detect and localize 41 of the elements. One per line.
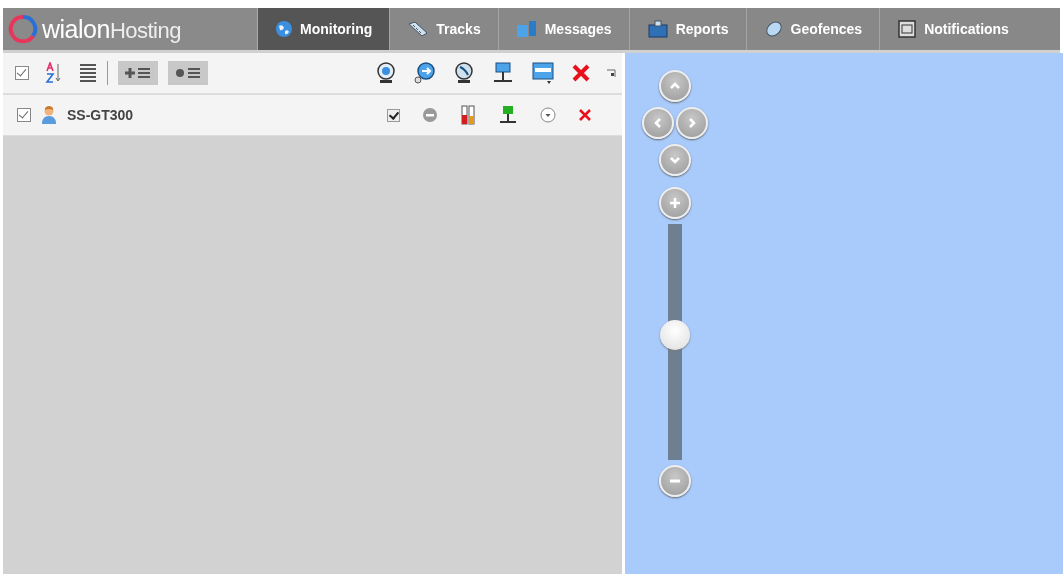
- pan-left-button[interactable]: [642, 107, 674, 139]
- nav-tab[interactable]: Monitoring: [258, 8, 391, 50]
- add-to-list-button[interactable]: [118, 61, 158, 85]
- geofence-icon: [763, 20, 784, 38]
- show-on-map-checkbox[interactable]: [387, 108, 400, 122]
- notification-icon: [897, 20, 918, 38]
- target-icon[interactable]: [540, 107, 556, 123]
- pan-down-button[interactable]: [659, 144, 691, 176]
- pan-right-button[interactable]: [676, 107, 708, 139]
- ruler-icon: [407, 20, 430, 38]
- logo-icon: [8, 14, 38, 44]
- network-icon[interactable]: [491, 61, 515, 85]
- zoom-out-button[interactable]: [659, 465, 691, 497]
- delete-icon[interactable]: [578, 108, 592, 122]
- stop-status-icon: [422, 107, 438, 123]
- webcam-icon[interactable]: [375, 61, 397, 85]
- list-options-button[interactable]: [168, 61, 208, 85]
- messages-icon: [515, 20, 538, 38]
- unit-name[interactable]: SS-GT300: [67, 107, 134, 123]
- sort-icon[interactable]: [45, 62, 63, 84]
- list-icon[interactable]: [79, 63, 97, 83]
- plus-list-icon: [125, 66, 151, 80]
- person-icon: [41, 105, 57, 125]
- dot-list-icon: [175, 66, 201, 80]
- zoom-in-button[interactable]: [659, 187, 691, 219]
- logo-text: wialonHosting: [42, 14, 181, 44]
- locate-icon[interactable]: [413, 61, 437, 85]
- globe-icon: [275, 20, 293, 38]
- select-all-checkbox[interactable]: [15, 66, 29, 80]
- connection-icon: [498, 105, 518, 125]
- satellite-dish-icon[interactable]: [453, 61, 475, 85]
- report-icon: [646, 20, 669, 38]
- unit-checkbox[interactable]: [17, 108, 31, 122]
- panel-menu-icon[interactable]: [531, 61, 555, 85]
- unit-row[interactable]: SS-GT300: [3, 95, 622, 136]
- resize-icon[interactable]: [607, 68, 616, 78]
- pan-up-button[interactable]: [659, 70, 691, 102]
- sensor-bars-icon: [460, 105, 476, 125]
- delete-icon[interactable]: [571, 63, 591, 83]
- plus-icon: [668, 196, 682, 210]
- zoom-slider-thumb[interactable]: [660, 319, 690, 350]
